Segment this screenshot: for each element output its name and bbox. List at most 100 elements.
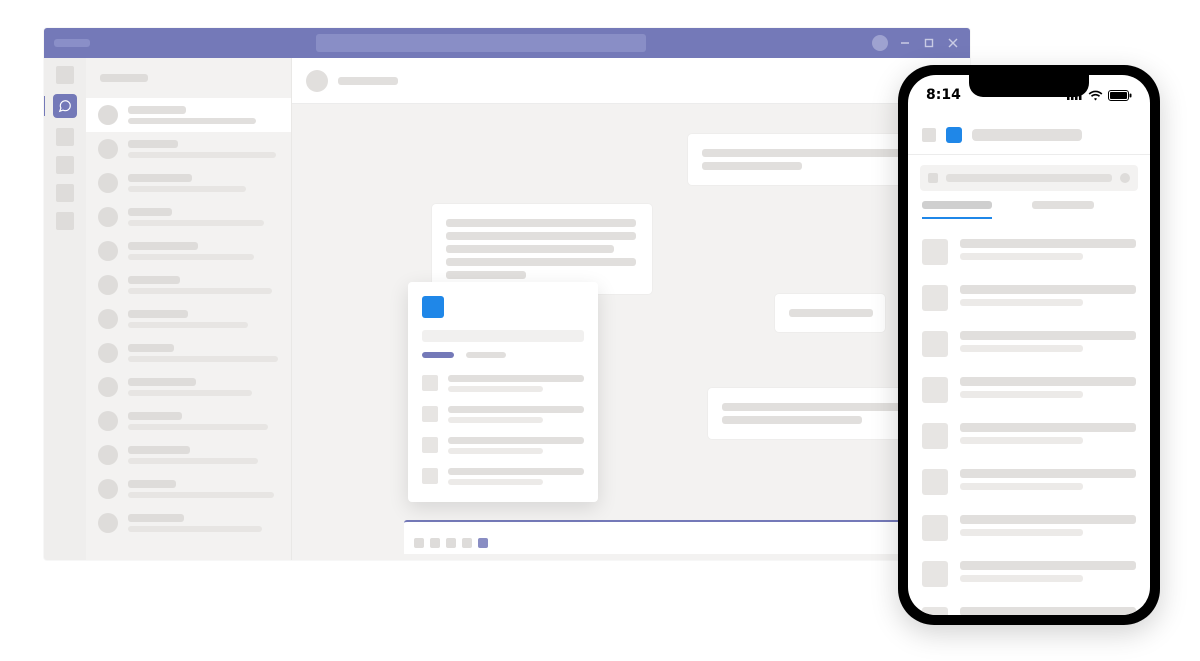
extension-result-item[interactable]: [422, 368, 584, 399]
mobile-tab[interactable]: [1032, 201, 1094, 219]
extension-search-input[interactable]: [422, 330, 584, 342]
compose-box[interactable]: [404, 520, 948, 554]
thumbnail-icon: [922, 285, 948, 311]
global-search-input[interactable]: [316, 34, 646, 52]
conversation-pane: [292, 58, 970, 560]
message-bubble[interactable]: [432, 204, 652, 294]
rail-item-chat[interactable]: [53, 94, 77, 118]
rail-item-more[interactable]: [56, 212, 74, 230]
chat-list-item[interactable]: [86, 166, 291, 200]
thumbnail-icon: [922, 377, 948, 403]
chat-list-item[interactable]: [86, 472, 291, 506]
chat-list-item[interactable]: [86, 302, 291, 336]
extension-app-icon: [946, 127, 962, 143]
app-name: [54, 39, 90, 47]
extension-app-icon: [422, 296, 444, 318]
avatar: [98, 411, 118, 431]
avatar: [98, 309, 118, 329]
titlebar: [44, 28, 970, 58]
thumbnail-icon: [922, 469, 948, 495]
mobile-result-item[interactable]: [922, 413, 1136, 459]
mobile-result-item[interactable]: [922, 321, 1136, 367]
rail-item-activity[interactable]: [56, 66, 74, 84]
mobile-result-item[interactable]: [922, 459, 1136, 505]
avatar: [306, 70, 328, 92]
chat-list-item[interactable]: [86, 404, 291, 438]
thumbnail-icon: [922, 561, 948, 587]
chat-list-item[interactable]: [86, 234, 291, 268]
avatar: [98, 173, 118, 193]
compose-gif-icon[interactable]: [462, 538, 472, 548]
chat-list-panel: [86, 58, 292, 560]
chat-list-header: [86, 58, 291, 98]
chat-list-item[interactable]: [86, 370, 291, 404]
compose-emoji-icon[interactable]: [446, 538, 456, 548]
thumbnail-icon: [422, 437, 438, 453]
mobile-tab[interactable]: [922, 201, 992, 219]
thumbnail-icon: [922, 423, 948, 449]
avatar: [98, 207, 118, 227]
avatar: [98, 275, 118, 295]
avatar: [98, 445, 118, 465]
mobile-result-item[interactable]: [922, 597, 1136, 615]
rail-item-teams[interactable]: [56, 128, 74, 146]
chat-list-item[interactable]: [86, 132, 291, 166]
avatar: [98, 241, 118, 261]
wifi-icon: [1088, 90, 1103, 101]
mobile-result-item[interactable]: [922, 229, 1136, 275]
chat-list-item[interactable]: [86, 336, 291, 370]
rail-item-files[interactable]: [56, 184, 74, 202]
app-rail: [44, 58, 86, 560]
avatar: [98, 513, 118, 533]
chat-list-item[interactable]: [86, 506, 291, 540]
compose-extension-icon[interactable]: [478, 538, 488, 548]
chat-list-item[interactable]: [86, 438, 291, 472]
mobile-result-list: [908, 219, 1150, 615]
avatar: [98, 479, 118, 499]
current-user-avatar[interactable]: [872, 35, 888, 51]
thumbnail-icon: [422, 375, 438, 391]
chat-list-item[interactable]: [86, 98, 291, 132]
message-list: [292, 104, 970, 516]
avatar: [98, 105, 118, 125]
window-maximize-button[interactable]: [922, 36, 936, 50]
battery-icon: [1108, 90, 1132, 101]
mobile-search-input[interactable]: [920, 165, 1138, 191]
avatar: [98, 343, 118, 363]
avatar: [98, 139, 118, 159]
mobile-header: [908, 115, 1150, 155]
extension-tab[interactable]: [422, 352, 454, 358]
extension-result-item[interactable]: [422, 430, 584, 461]
desktop-window: [44, 28, 970, 560]
message-bubble[interactable]: [775, 294, 885, 332]
chat-icon: [58, 99, 72, 113]
thumbnail-icon: [422, 468, 438, 484]
device-notch: [969, 75, 1089, 97]
back-button[interactable]: [922, 128, 936, 142]
mobile-result-item[interactable]: [922, 551, 1136, 597]
thumbnail-icon: [922, 239, 948, 265]
status-time: 8:14: [926, 87, 961, 103]
mobile-tabs: [908, 191, 1150, 219]
window-close-button[interactable]: [946, 36, 960, 50]
extension-result-item[interactable]: [422, 461, 584, 492]
chat-list-item[interactable]: [86, 268, 291, 302]
mobile-title: [972, 129, 1082, 141]
avatar: [98, 377, 118, 397]
thumbnail-icon: [922, 515, 948, 541]
extension-result-item[interactable]: [422, 399, 584, 430]
clear-icon[interactable]: [1120, 173, 1130, 183]
conversation-title: [338, 77, 398, 85]
compose-attach-icon[interactable]: [430, 538, 440, 548]
search-icon: [928, 173, 938, 183]
window-minimize-button[interactable]: [898, 36, 912, 50]
mobile-device-frame: 8:14: [898, 65, 1160, 625]
mobile-result-item[interactable]: [922, 367, 1136, 413]
rail-item-calendar[interactable]: [56, 156, 74, 174]
compose-format-icon[interactable]: [414, 538, 424, 548]
mobile-result-item[interactable]: [922, 505, 1136, 551]
messaging-extension-popup: [408, 282, 598, 502]
extension-tab[interactable]: [466, 352, 506, 358]
mobile-result-item[interactable]: [922, 275, 1136, 321]
chat-list-item[interactable]: [86, 200, 291, 234]
